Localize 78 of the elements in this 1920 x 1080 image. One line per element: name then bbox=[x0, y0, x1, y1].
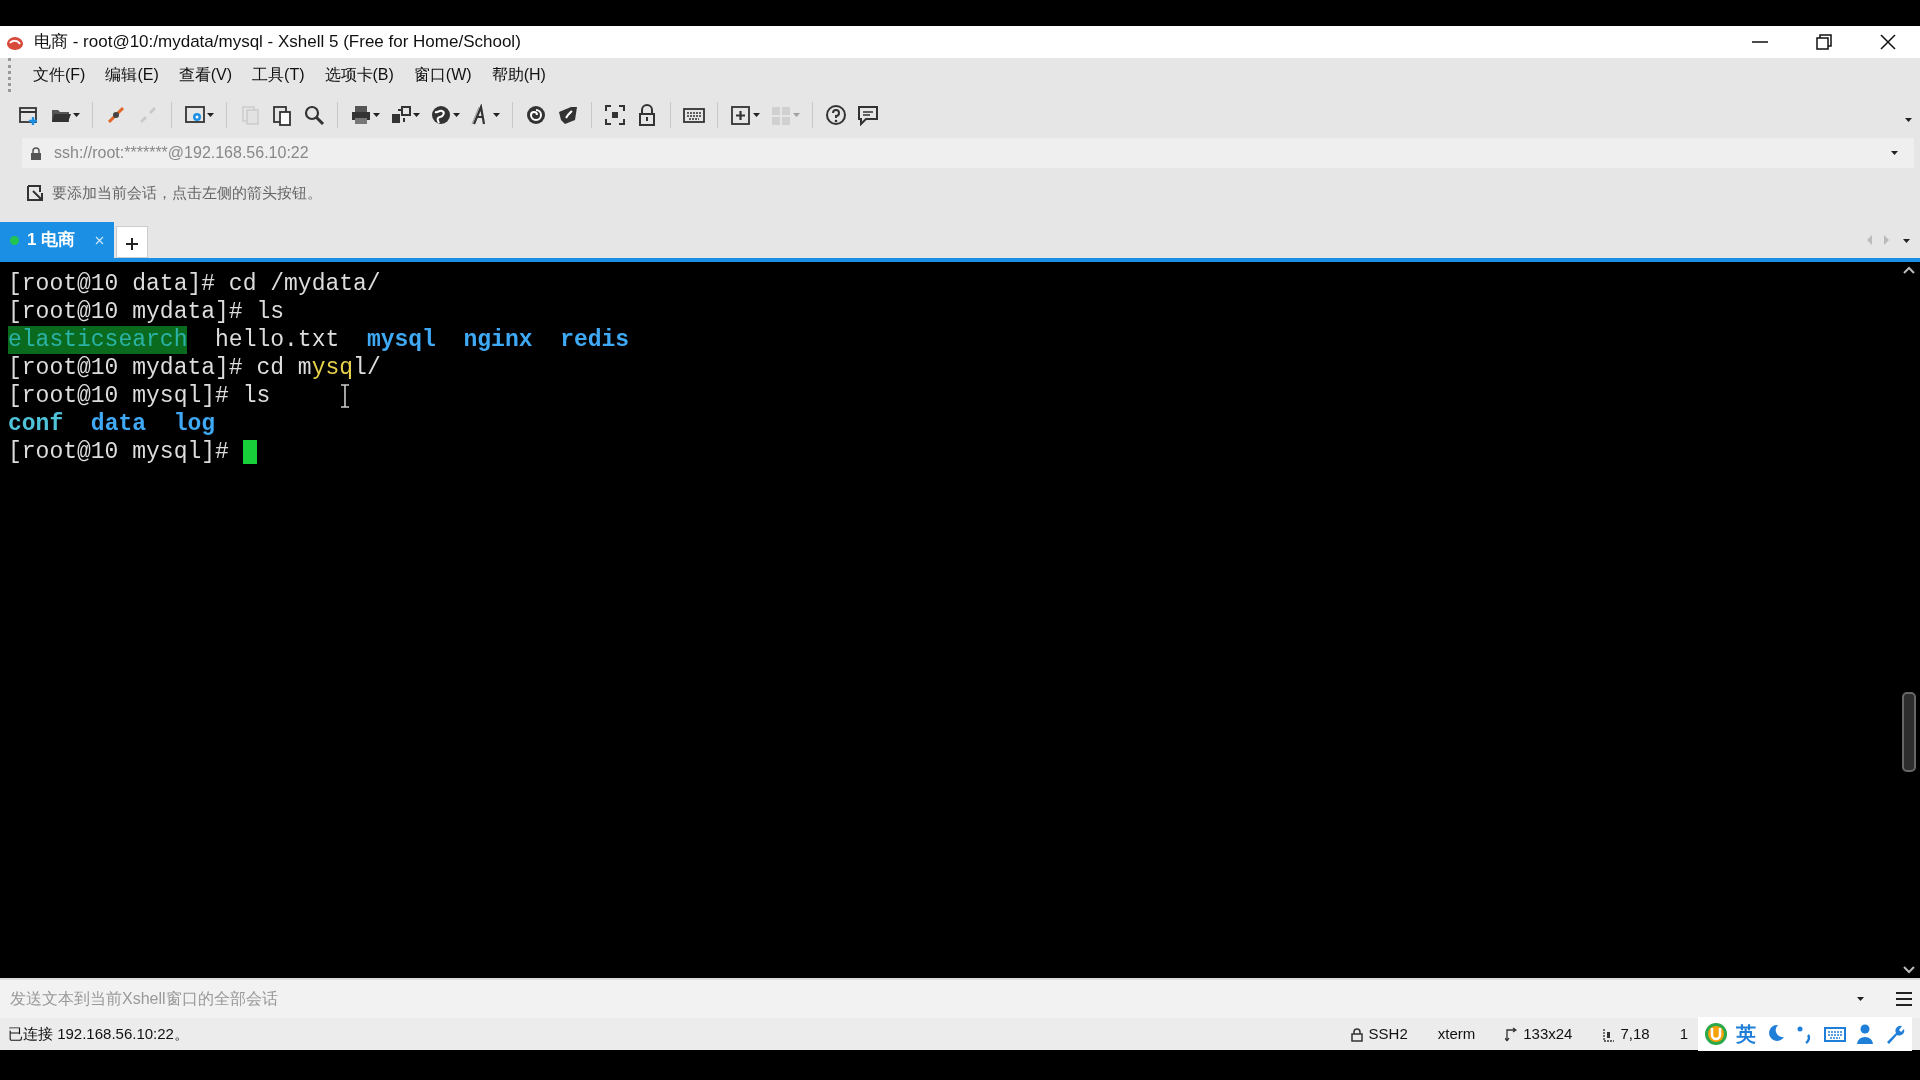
caret-icon bbox=[493, 113, 500, 117]
dropdown-caret-icon[interactable] bbox=[1891, 150, 1900, 156]
caret-icon bbox=[207, 113, 214, 117]
input-language-toggle[interactable]: 英 bbox=[1736, 1019, 1756, 1049]
tab-list-caret-icon[interactable] bbox=[1903, 239, 1912, 244]
caret-icon bbox=[753, 113, 760, 117]
restore-icon[interactable] bbox=[1814, 32, 1834, 52]
swirl-icon bbox=[525, 104, 547, 126]
paste-icon bbox=[271, 104, 293, 126]
connect-icon bbox=[105, 104, 127, 126]
directory-name: redis bbox=[560, 326, 630, 354]
toolbar-overflow-icon[interactable] bbox=[1905, 117, 1914, 123]
new-tab-icon bbox=[730, 104, 752, 126]
status-message: 已连接 192.168.56.10:22。 bbox=[8, 1023, 189, 1044]
status-dot bbox=[10, 235, 19, 245]
terminal-text: [root@10 mydata]# cd m bbox=[8, 354, 312, 382]
menu-item[interactable]: 文件(F) bbox=[33, 63, 86, 87]
layout-icon bbox=[770, 104, 792, 126]
lock-icon bbox=[636, 104, 658, 126]
status-item: SSH2 bbox=[1368, 1023, 1408, 1044]
new-session-icon bbox=[18, 104, 40, 126]
caret-icon bbox=[73, 113, 80, 117]
menu-item[interactable]: 窗口(W) bbox=[413, 63, 472, 87]
directory-name: log bbox=[173, 410, 216, 438]
directory-name: nginx bbox=[463, 326, 533, 354]
status-item: 7,18 bbox=[1620, 1023, 1650, 1044]
ime-logo-icon[interactable] bbox=[1704, 1022, 1728, 1046]
directory-name: mysql bbox=[366, 326, 436, 354]
menu-item[interactable]: 选项卡(B) bbox=[324, 63, 394, 87]
new-tab-button[interactable] bbox=[116, 226, 149, 258]
dropdown-caret-icon[interactable] bbox=[1857, 996, 1866, 1002]
send-bar[interactable]: 发送文本到当前Xshell窗口的全部会话 bbox=[0, 978, 1920, 1018]
fullscreen-icon bbox=[604, 104, 626, 126]
status-item: 1 bbox=[1679, 1023, 1688, 1044]
directory-name: elasticsearch bbox=[8, 326, 188, 354]
directory-name: data bbox=[90, 410, 147, 438]
scroll-up-icon[interactable] bbox=[1903, 266, 1915, 274]
terminal-text: hello.txt bbox=[215, 326, 340, 354]
caret-icon bbox=[793, 113, 800, 117]
caret-icon bbox=[413, 113, 420, 117]
terminal-text: [root@10 mysql]# ls bbox=[8, 382, 271, 410]
terminal-text: [root@10 mydata]# ls bbox=[8, 298, 285, 326]
lock-icon bbox=[1350, 1026, 1363, 1042]
window-title: 电商 - root@10:/mydata/mysql - Xshell 5 (Free for Home/School) bbox=[34, 31, 521, 54]
caret-icon bbox=[453, 113, 460, 117]
arrow-into-box-icon[interactable] bbox=[26, 184, 44, 202]
transfer-icon bbox=[390, 104, 412, 126]
terminal-text: [root@10 mysql]# bbox=[8, 438, 229, 466]
status-item: 133x24 bbox=[1523, 1023, 1573, 1044]
plus-icon bbox=[125, 236, 140, 251]
menu-item[interactable]: 查看(V) bbox=[178, 63, 233, 87]
search-icon bbox=[303, 104, 325, 126]
menu-item[interactable]: 帮助(H) bbox=[491, 63, 546, 87]
menu-item[interactable]: 编辑(E) bbox=[105, 63, 159, 87]
properties-icon bbox=[184, 104, 206, 126]
status-item: xterm bbox=[1437, 1023, 1476, 1044]
printer-icon bbox=[350, 104, 372, 126]
scroll-down-icon[interactable] bbox=[1903, 966, 1915, 974]
disconnect-icon bbox=[137, 104, 159, 126]
menu-item[interactable]: 工具(T) bbox=[252, 63, 305, 87]
help-icon bbox=[825, 104, 847, 126]
person-icon[interactable] bbox=[1854, 1023, 1876, 1045]
close-icon[interactable] bbox=[1878, 32, 1898, 52]
resize-icon bbox=[1505, 1026, 1518, 1042]
scrollbar-thumb[interactable] bbox=[1902, 692, 1916, 772]
cursor-position-icon bbox=[1602, 1026, 1615, 1042]
terminal-text: l/ bbox=[353, 354, 381, 382]
hint-text: 要添加当前会话，点击左侧的箭头按钮。 bbox=[52, 182, 322, 203]
send-text-field[interactable]: 发送文本到当前Xshell窗口的全部会话 bbox=[8, 986, 1847, 1012]
terminal-text: ysq bbox=[311, 354, 354, 382]
copy-icon bbox=[239, 104, 261, 126]
caret-icon bbox=[373, 113, 380, 117]
directory-name: conf bbox=[8, 410, 64, 438]
lock-icon bbox=[30, 145, 42, 161]
tab-label: 1 电商 bbox=[27, 229, 76, 252]
chat-icon bbox=[857, 104, 879, 126]
menu-icon[interactable] bbox=[1896, 992, 1912, 1006]
terminal-text: [root@10 data]# cd /mydata/ bbox=[8, 270, 381, 298]
